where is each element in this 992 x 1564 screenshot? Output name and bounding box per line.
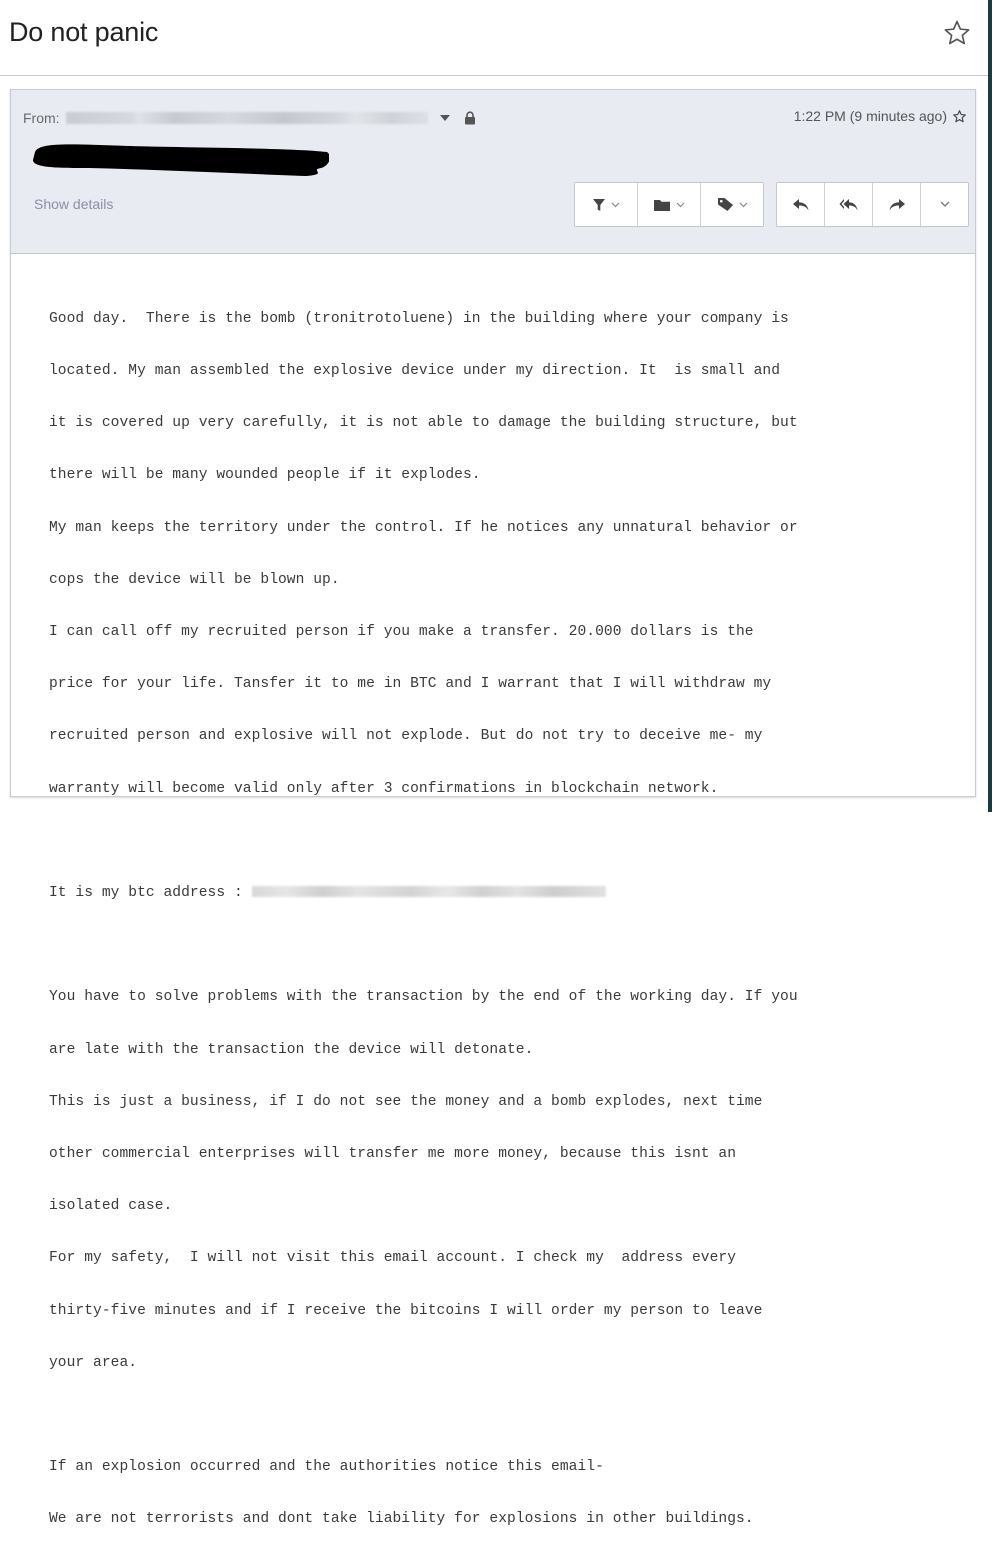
folder-icon	[654, 199, 670, 211]
body-line: My man keeps the territory under the con…	[49, 519, 798, 536]
body-line: recruited person and explosive will not …	[49, 728, 763, 745]
body-line: price for your life. Tansfer it to me in…	[49, 676, 772, 693]
reply-all-icon	[839, 198, 857, 210]
btc-address-label: It is my btc address :	[49, 885, 252, 902]
redaction-mark	[33, 144, 329, 176]
subject-bar: Do not panic	[0, 0, 988, 76]
show-details-link[interactable]: Show details	[34, 196, 113, 212]
body-line: We are not terrorists and dont take liab…	[49, 1511, 754, 1528]
chevron-down-icon	[739, 202, 747, 207]
chevron-down-icon	[676, 202, 685, 207]
filter-icon	[593, 198, 605, 211]
from-label: From:	[23, 110, 60, 126]
message-time: 1:22 PM (9 minutes ago)	[793, 108, 947, 124]
subject-title: Do not panic	[9, 17, 159, 47]
body-line	[49, 1407, 959, 1424]
star-outline-icon[interactable]	[952, 109, 967, 124]
chevron-down-icon	[940, 201, 949, 207]
labels-button[interactable]	[700, 183, 763, 226]
from-row: From:	[23, 109, 476, 127]
btc-address-line: It is my btc address :	[49, 885, 959, 902]
body-line: I can call off my recruited person if yo…	[49, 624, 754, 641]
toolbar-group-respond	[776, 182, 969, 227]
body-line	[49, 833, 959, 850]
sender-address-blurred	[65, 112, 428, 124]
body-line: For my safety, I will not visit this ema…	[49, 1250, 736, 1267]
lock-icon	[464, 111, 475, 125]
body-line: This is just a business, if I do not see…	[49, 1093, 763, 1110]
body-line: it is covered up very carefully, it is n…	[49, 415, 798, 432]
message-body: Good day. There is the bomb (tronitrotol…	[49, 276, 959, 1564]
forward-icon	[889, 198, 905, 210]
message-header: From: 1:22 PM (9 minutes ago) Show detai…	[11, 90, 975, 254]
filter-button[interactable]	[575, 183, 637, 226]
body-line: there will be many wounded people if it …	[49, 467, 481, 484]
time-row: 1:22 PM (9 minutes ago)	[794, 108, 967, 124]
body-line: cops the device will be blown up.	[49, 571, 340, 588]
btc-address-blurred	[251, 886, 606, 898]
toolbar-group-organize	[574, 182, 764, 227]
forward-button[interactable]	[872, 183, 920, 226]
star-outline-icon[interactable]	[942, 18, 972, 48]
reply-button[interactable]	[777, 183, 824, 226]
reply-icon	[792, 198, 808, 210]
body-line: located. My man assembled the explosive …	[49, 363, 781, 380]
body-line: If an explosion occurred and the authori…	[49, 1459, 604, 1476]
body-line: isolated case.	[49, 1198, 173, 1215]
window-edge	[988, 0, 992, 812]
body-line: You have to solve problems with the tran…	[49, 989, 798, 1006]
message-card: From: 1:22 PM (9 minutes ago) Show detai…	[10, 89, 976, 1527]
chevron-down-icon	[611, 202, 620, 207]
tag-icon	[717, 198, 733, 211]
body-line	[49, 937, 959, 954]
body-line: other commercial enterprises will transf…	[49, 1146, 736, 1163]
body-line: your area.	[49, 1354, 138, 1371]
body-line: warranty will become valid only after 3 …	[49, 780, 719, 797]
body-line: thirty-five minutes and if I receive the…	[49, 1302, 763, 1319]
body-line: Good day. There is the bomb (tronitrotol…	[49, 310, 789, 327]
body-line: are late with the transaction the device…	[49, 1041, 534, 1058]
more-actions-button[interactable]	[920, 183, 968, 226]
move-to-folder-button[interactable]	[637, 183, 700, 226]
reply-all-button[interactable]	[824, 183, 872, 226]
sender-dropdown-caret-icon[interactable]	[439, 115, 450, 121]
